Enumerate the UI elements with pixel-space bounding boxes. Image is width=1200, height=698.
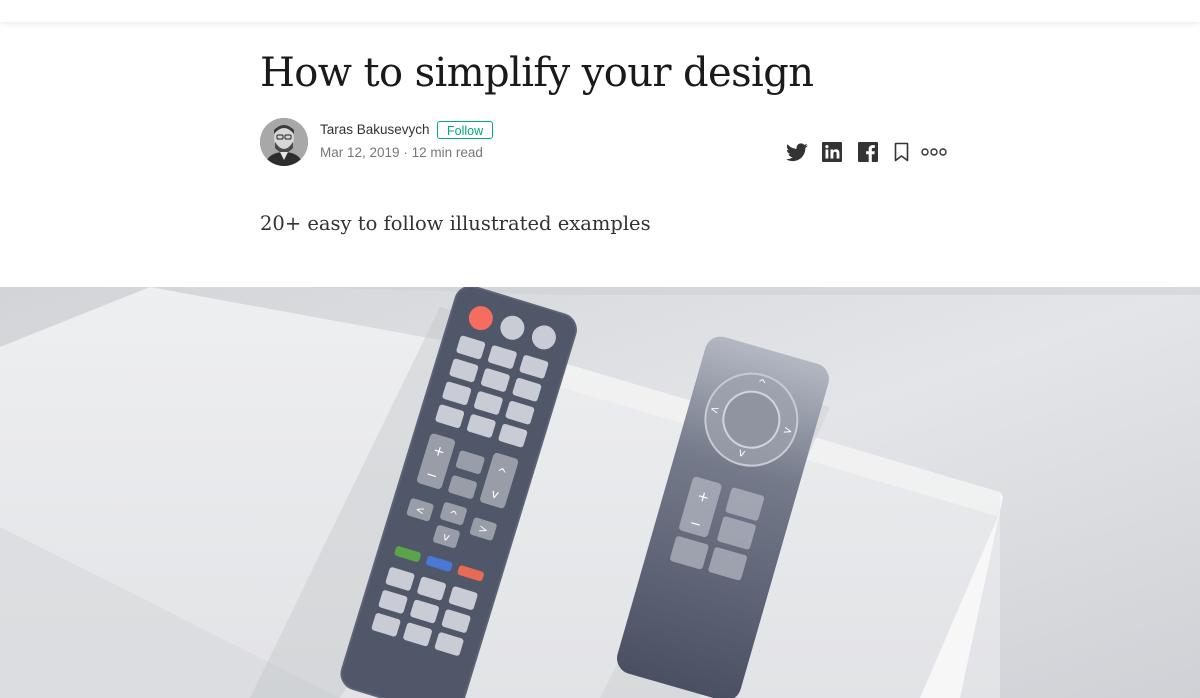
article-subtitle: 20+ easy to follow illustrated examples	[260, 212, 651, 235]
linkedin-icon[interactable]	[820, 140, 844, 164]
meta-separator: ·	[403, 145, 408, 160]
author-avatar[interactable]	[260, 118, 308, 166]
top-nav-shadow	[0, 0, 1200, 22]
author-name[interactable]: Taras Bakusevych	[320, 122, 430, 137]
bookmark-icon[interactable]	[889, 140, 913, 164]
twitter-icon[interactable]	[785, 140, 809, 164]
follow-button[interactable]: Follow	[437, 121, 494, 139]
article-meta: Mar 12, 2019 · 12 min read	[320, 145, 483, 160]
publish-date: Mar 12, 2019	[320, 145, 400, 160]
read-time: 12 min read	[411, 145, 483, 160]
article-title: How to simplify your design	[260, 50, 814, 96]
facebook-icon[interactable]	[856, 140, 880, 164]
article-header: How to simplify your design Taras Bakuse…	[0, 0, 1200, 287]
hero-image: + − ^ v < ^ v > ^ < > v + −	[0, 287, 1200, 698]
more-options-icon[interactable]	[921, 140, 947, 164]
